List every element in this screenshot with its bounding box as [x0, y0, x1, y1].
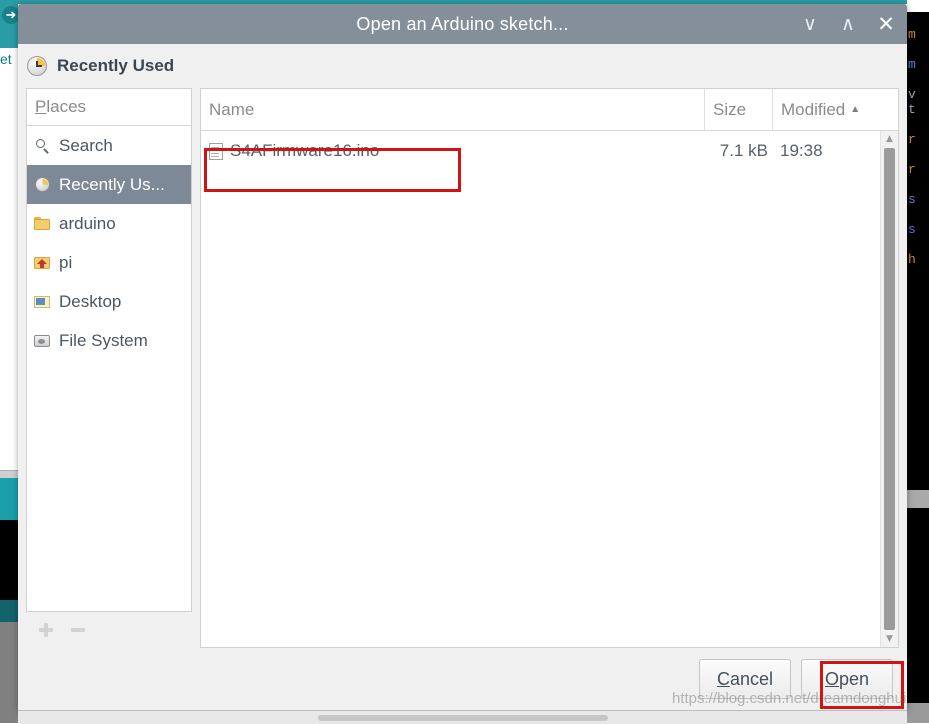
location-label: Recently Used [57, 56, 175, 75]
sidebar-item-label: Search [59, 135, 113, 155]
dialog-titlebar[interactable]: Open an Arduino sketch... ∨ ∧ ✕ [18, 4, 907, 44]
places-header-rest: laces [46, 97, 87, 116]
clock-icon [33, 176, 53, 194]
places-header: Places [27, 89, 191, 126]
ide-bottom-right [907, 703, 929, 723]
folder-icon [33, 215, 53, 233]
column-header-label: Modified [781, 99, 846, 119]
file-list-pane: Name Size Modified ▲ S4AFirmware16.ino 7… [200, 88, 899, 648]
window-controls: ∨ ∧ ✕ [799, 13, 897, 35]
places-header-mnemonic: P [35, 97, 47, 116]
column-header-size[interactable]: Size [704, 89, 772, 130]
maximize-icon[interactable]: ∧ [837, 13, 859, 35]
outer-horizontal-scrollbar[interactable] [18, 710, 907, 724]
add-place-button[interactable] [38, 622, 54, 638]
scroll-up-icon[interactable]: ▲ [881, 131, 899, 147]
column-header-name[interactable]: Name [201, 89, 704, 130]
desktop-icon [33, 293, 53, 311]
location-bar: Recently Used [18, 44, 907, 88]
open-button-mnemonic: O [824, 668, 839, 689]
sidebar-item-label: File System [59, 330, 148, 350]
file-list-header: Name Size Modified ▲ [201, 89, 898, 131]
watermark: https://blog.csdn.net/dreamdonghui [672, 690, 907, 707]
column-header-label: Size [713, 99, 747, 119]
places-pane: Places Search Recently Us... arduino pi … [26, 88, 192, 648]
close-icon[interactable]: ✕ [875, 13, 897, 35]
sidebar-item-arduino[interactable]: arduino [27, 204, 191, 243]
file-list-scrollbar[interactable]: ▲ ▼ [880, 131, 898, 647]
scroll-down-icon[interactable]: ▼ [881, 631, 899, 647]
places-actions [26, 612, 192, 648]
places-list: Places Search Recently Us... arduino pi … [26, 88, 192, 612]
sidebar-item-desktop[interactable]: Desktop [27, 282, 191, 321]
sidebar-item-label: pi [59, 252, 73, 272]
sidebar-item-pi[interactable]: pi [27, 243, 191, 282]
dialog-body: Recently Used Places Search Recently Us.… [18, 44, 907, 710]
ide-status-right [907, 490, 929, 508]
sidebar-item-label: Recently Us... [59, 174, 165, 194]
open-file-dialog: Open an Arduino sketch... ∨ ∧ ✕ Recently… [18, 4, 907, 710]
text-file-icon [209, 142, 223, 160]
table-row[interactable]: S4AFirmware16.ino 7.1 kB 19:38 [201, 131, 898, 171]
search-icon [33, 137, 53, 155]
scrollbar-thumb[interactable] [318, 715, 608, 721]
minimize-icon[interactable]: ∨ [799, 13, 821, 35]
file-name-cell: S4AFirmware16.ino [201, 141, 704, 161]
sidebar-item-file-system[interactable]: File System [27, 321, 191, 360]
column-header-label: Name [209, 99, 255, 119]
drive-icon [33, 332, 53, 350]
remove-place-button[interactable] [70, 622, 86, 638]
dialog-title: Open an Arduino sketch... [356, 13, 569, 34]
ide-editor-right-edge: m m v t r r s s h [907, 12, 929, 490]
sidebar-item-label: Desktop [59, 291, 122, 311]
sidebar-item-recently-used[interactable]: Recently Us... [27, 165, 191, 204]
sort-ascending-icon: ▲ [850, 104, 861, 115]
cancel-button-label: ancel [729, 668, 774, 689]
open-button-label: pen [838, 668, 870, 689]
sidebar-item-label: arduino [59, 213, 116, 233]
sidebar-item-search[interactable]: Search [27, 126, 191, 165]
cancel-button-mnemonic: C [716, 668, 730, 689]
dialog-content: Places Search Recently Us... arduino pi … [18, 88, 907, 648]
scrollbar-thumb[interactable] [884, 148, 895, 630]
clock-icon [26, 55, 48, 77]
file-list-rows: S4AFirmware16.ino 7.1 kB 19:38 [201, 131, 898, 647]
column-header-modified[interactable]: Modified ▲ [772, 89, 898, 130]
file-name-label: S4AFirmware16.ino [230, 141, 380, 160]
file-size-cell: 7.1 kB [719, 141, 768, 160]
home-icon [33, 254, 53, 272]
ide-console-right [907, 508, 929, 703]
